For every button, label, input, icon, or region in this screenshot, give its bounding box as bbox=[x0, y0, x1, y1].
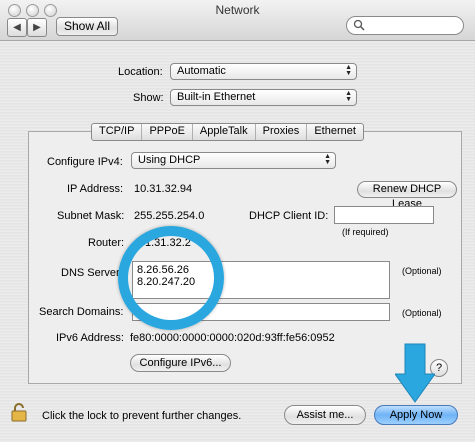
dhcp-client-id-label: DHCP Client ID: bbox=[249, 210, 329, 222]
tab-bar: TCP/IP PPPoE AppleTalk Proxies Ethernet bbox=[91, 123, 364, 141]
forward-button[interactable]: ▶ bbox=[27, 18, 47, 37]
tab-proxies[interactable]: Proxies bbox=[256, 124, 308, 140]
renew-dhcp-lease-button[interactable]: Renew DHCP Lease bbox=[357, 181, 457, 210]
ipv6-address-label: IPv6 Address: bbox=[56, 332, 124, 344]
dns-servers-label: DNS Server bbox=[61, 267, 120, 279]
show-popup[interactable]: Built-in Ethernet ▲ ▼ bbox=[170, 89, 357, 106]
subnet-mask-value: 255.255.254.0 bbox=[134, 210, 205, 222]
lock-text: Click the lock to prevent further change… bbox=[42, 410, 242, 422]
ip-address-label: IP Address: bbox=[67, 183, 124, 195]
window-title: Network bbox=[215, 3, 260, 17]
location-value: Automatic bbox=[177, 65, 226, 77]
configure-ipv4-label: Configure IPv4: bbox=[47, 156, 123, 168]
subnet-mask-label: Subnet Mask: bbox=[57, 210, 125, 222]
popup-arrows-icon: ▲ ▼ bbox=[324, 153, 331, 166]
highlight-circle bbox=[118, 226, 224, 330]
ipv6-address-value: fe80:0000:0000:0000:020d:93ff:fe56:0952 bbox=[130, 332, 335, 344]
show-label: Show: bbox=[133, 92, 164, 104]
search-input[interactable] bbox=[346, 16, 464, 35]
tab-appletalk[interactable]: AppleTalk bbox=[193, 124, 256, 140]
show-all-button[interactable]: Show All bbox=[56, 17, 118, 36]
popup-arrows-icon: ▲ ▼ bbox=[345, 64, 352, 77]
search-domains-label: Search Domains: bbox=[39, 306, 124, 318]
tab-tcpip[interactable]: TCP/IP bbox=[92, 124, 143, 140]
router-label: Router: bbox=[88, 237, 125, 249]
dhcp-client-id-field[interactable] bbox=[334, 206, 434, 224]
search-optional-note: (Optional) bbox=[402, 308, 442, 318]
lock-icon[interactable] bbox=[11, 402, 27, 422]
show-value: Built-in Ethernet bbox=[177, 91, 256, 103]
search-icon bbox=[353, 19, 365, 31]
ip-address-value: 10.31.32.94 bbox=[134, 183, 193, 195]
dns-optional-note: (Optional) bbox=[402, 266, 442, 276]
tab-ethernet[interactable]: Ethernet bbox=[307, 124, 363, 140]
popup-arrows-icon: ▲ ▼ bbox=[345, 90, 352, 103]
location-popup[interactable]: Automatic ▲ ▼ bbox=[170, 63, 357, 80]
assist-me-button[interactable]: Assist me... bbox=[284, 405, 366, 425]
network-window: Network ◀ ▶ Show All Location: Automatic… bbox=[0, 0, 475, 442]
apply-now-button[interactable]: Apply Now bbox=[374, 405, 458, 425]
tab-pppoe[interactable]: PPPoE bbox=[142, 124, 193, 140]
if-required-note: (If required) bbox=[342, 227, 389, 237]
configure-ipv6-button[interactable]: Configure IPv6... bbox=[130, 354, 231, 372]
configure-ipv4-value: Using DHCP bbox=[138, 154, 201, 166]
configure-ipv4-popup[interactable]: Using DHCP ▲ ▼ bbox=[131, 152, 336, 169]
location-label: Location: bbox=[118, 66, 163, 78]
title-bar: Network ◀ ▶ Show All bbox=[0, 0, 475, 41]
back-button[interactable]: ◀ bbox=[7, 18, 27, 37]
